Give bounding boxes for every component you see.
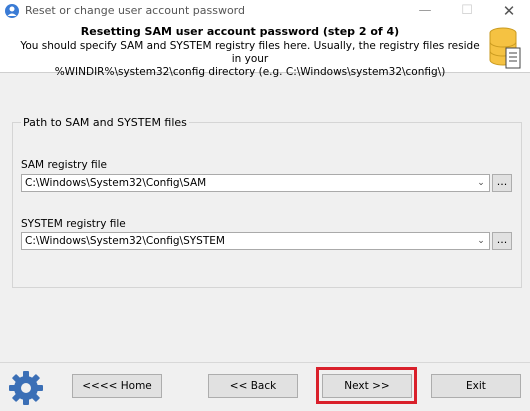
system-browse-button[interactable]: ... [492, 232, 512, 250]
system-file-combobox[interactable]: C:\Windows\System32\Config\SYSTEM ⌄ [21, 232, 490, 250]
exit-button[interactable]: Exit [431, 374, 521, 398]
step-description: You should specify SAM and SYSTEM regist… [20, 40, 480, 79]
maximize-button[interactable]: ☐ [446, 0, 488, 22]
minimize-button[interactable]: — [404, 0, 446, 22]
sam-file-combobox[interactable]: C:\Windows\System32\Config\SAM ⌄ [21, 174, 490, 192]
database-icon [489, 27, 521, 69]
chevron-down-icon[interactable]: ⌄ [473, 233, 489, 249]
app-icon [5, 4, 19, 18]
wizard-header: Resetting SAM user account password (ste… [0, 22, 530, 78]
system-file-label: SYSTEM registry file [21, 218, 126, 230]
footer-divider [0, 362, 530, 363]
groupbox-legend: Path to SAM and SYSTEM files [21, 116, 189, 129]
step-description-line1: You should specify SAM and SYSTEM regist… [20, 40, 480, 65]
home-button[interactable]: <<<< Home [72, 374, 162, 398]
step-title: Resetting SAM user account password (ste… [80, 25, 400, 38]
step-description-line2: %WINDIR%\system32\config directory (e.g.… [54, 66, 446, 78]
gear-icon [9, 371, 43, 405]
close-button[interactable]: ✕ [488, 0, 530, 22]
window-title: Reset or change user account password [25, 4, 245, 17]
back-button[interactable]: << Back [208, 374, 298, 398]
sam-file-value: C:\Windows\System32\Config\SAM [25, 177, 207, 189]
next-button-highlight [316, 367, 417, 404]
chevron-down-icon[interactable]: ⌄ [473, 175, 489, 191]
files-groupbox: Path to SAM and SYSTEM files SAM registr… [12, 116, 522, 288]
title-bar: Reset or change user account password — … [0, 0, 530, 22]
system-file-value: C:\Windows\System32\Config\SYSTEM [25, 235, 225, 247]
sam-file-label: SAM registry file [21, 159, 108, 171]
sam-browse-button[interactable]: ... [492, 174, 512, 192]
